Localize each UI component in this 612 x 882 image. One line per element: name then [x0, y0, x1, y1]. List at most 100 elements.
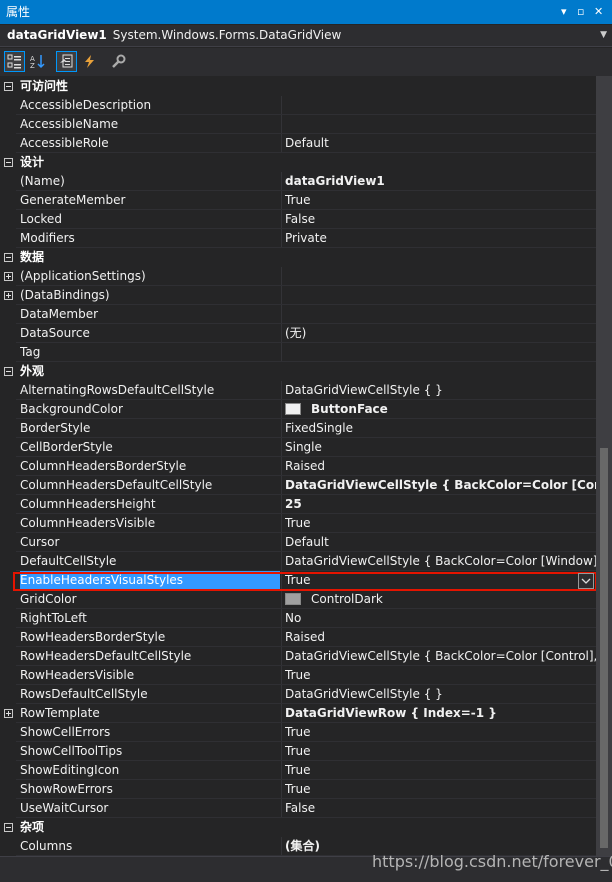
- property-row[interactable]: AccessibleRole Default: [0, 134, 596, 153]
- column-splitter[interactable]: [281, 495, 282, 514]
- property-value[interactable]: DataGridViewCellStyle { }: [285, 381, 596, 400]
- property-value[interactable]: Raised: [285, 628, 596, 647]
- property-row[interactable]: Locked False: [0, 210, 596, 229]
- property-value[interactable]: Single: [285, 438, 596, 457]
- property-value[interactable]: True: [285, 666, 596, 685]
- column-splitter[interactable]: [281, 172, 282, 191]
- property-row[interactable]: DataMember: [0, 305, 596, 324]
- chevron-down-icon[interactable]: ▼: [600, 25, 607, 46]
- expand-icon[interactable]: [4, 709, 13, 718]
- property-value[interactable]: DataGridViewCellStyle { BackColor=Color …: [285, 476, 596, 495]
- column-splitter[interactable]: [281, 210, 282, 229]
- property-row[interactable]: AccessibleName: [0, 115, 596, 134]
- pin-dropdown-icon[interactable]: ▾: [561, 0, 567, 24]
- property-value[interactable]: DataGridViewCellStyle { BackColor=Color …: [285, 647, 596, 666]
- collapse-icon[interactable]: [4, 823, 13, 832]
- properties-button[interactable]: [56, 51, 77, 72]
- expand-icon[interactable]: [4, 272, 13, 281]
- property-pages-button[interactable]: [108, 51, 129, 72]
- collapse-icon[interactable]: [4, 158, 13, 167]
- property-row[interactable]: ShowCellToolTips True: [0, 742, 596, 761]
- property-value[interactable]: (无): [285, 324, 596, 343]
- scrollbar-thumb[interactable]: [600, 448, 608, 848]
- column-splitter[interactable]: [281, 685, 282, 704]
- column-splitter[interactable]: [281, 286, 282, 305]
- column-splitter[interactable]: [281, 457, 282, 476]
- expand-icon[interactable]: [4, 291, 13, 300]
- collapse-icon[interactable]: [4, 82, 13, 91]
- category-row[interactable]: 数据: [0, 248, 596, 267]
- column-splitter[interactable]: [281, 647, 282, 666]
- collapse-icon[interactable]: [4, 253, 13, 262]
- column-splitter[interactable]: [281, 96, 282, 115]
- property-row[interactable]: RowHeadersVisible True: [0, 666, 596, 685]
- column-splitter[interactable]: [281, 191, 282, 210]
- column-splitter[interactable]: [281, 837, 282, 856]
- column-splitter[interactable]: [281, 723, 282, 742]
- property-row[interactable]: GenerateMember True: [0, 191, 596, 210]
- column-splitter[interactable]: [281, 742, 282, 761]
- property-row[interactable]: UseWaitCursor False: [0, 799, 596, 818]
- column-splitter[interactable]: [281, 267, 282, 286]
- property-value[interactable]: True: [285, 191, 596, 210]
- property-value[interactable]: 25: [285, 495, 596, 514]
- property-row[interactable]: ColumnHeadersBorderStyle Raised: [0, 457, 596, 476]
- property-value[interactable]: Default: [285, 134, 596, 153]
- property-row[interactable]: (DataBindings): [0, 286, 596, 305]
- column-splitter[interactable]: [281, 666, 282, 685]
- property-row[interactable]: DefaultCellStyle DataGridViewCellStyle { …: [0, 552, 596, 571]
- property-row[interactable]: Tag: [0, 343, 596, 362]
- property-row[interactable]: Cursor Default: [0, 533, 596, 552]
- column-splitter[interactable]: [281, 628, 282, 647]
- property-value[interactable]: [285, 305, 596, 324]
- value-dropdown-button[interactable]: [578, 573, 594, 589]
- categorized-button[interactable]: [4, 51, 25, 72]
- property-row[interactable]: RightToLeft No: [0, 609, 596, 628]
- property-row[interactable]: DataSource (无): [0, 324, 596, 343]
- vertical-scrollbar[interactable]: [596, 76, 612, 856]
- property-row[interactable]: AccessibleDescription: [0, 96, 596, 115]
- property-value[interactable]: Private: [285, 229, 596, 248]
- property-row[interactable]: BackgroundColor ButtonFace: [0, 400, 596, 419]
- property-value[interactable]: True: [285, 723, 596, 742]
- property-row[interactable]: AlternatingRowsDefaultCellStyle DataGridV…: [0, 381, 596, 400]
- category-row[interactable]: 杂项: [0, 818, 596, 837]
- property-value[interactable]: True: [285, 780, 596, 799]
- property-row[interactable]: RowHeadersBorderStyle Raised: [0, 628, 596, 647]
- property-value[interactable]: True: [285, 761, 596, 780]
- alphabetical-button[interactable]: A Z: [27, 51, 48, 72]
- property-row[interactable]: ColumnHeadersHeight 25: [0, 495, 596, 514]
- property-row[interactable]: ColumnHeadersVisible True: [0, 514, 596, 533]
- property-row[interactable]: ShowRowErrors True: [0, 780, 596, 799]
- object-selector[interactable]: dataGridView1 System.Windows.Forms.DataGr…: [0, 25, 612, 47]
- column-splitter[interactable]: [281, 438, 282, 457]
- property-value[interactable]: False: [285, 799, 596, 818]
- column-splitter[interactable]: [281, 552, 282, 571]
- column-splitter[interactable]: [281, 704, 282, 723]
- property-grid[interactable]: 可访问性 AccessibleDescription AccessibleName A…: [0, 76, 596, 856]
- category-row[interactable]: 可访问性: [0, 77, 596, 96]
- column-splitter[interactable]: [281, 533, 282, 552]
- column-splitter[interactable]: [281, 134, 282, 153]
- property-value[interactable]: ControlDark: [285, 590, 596, 609]
- property-value[interactable]: [285, 96, 596, 115]
- property-row[interactable]: (Name) dataGridView1: [0, 172, 596, 191]
- column-splitter[interactable]: [281, 799, 282, 818]
- property-row[interactable]: ShowEditingIcon True: [0, 761, 596, 780]
- property-row[interactable]: ColumnHeadersDefaultCellStyle DataGridVie…: [0, 476, 596, 495]
- category-row[interactable]: 设计: [0, 153, 596, 172]
- property-value[interactable]: True: [285, 742, 596, 761]
- property-value[interactable]: DataGridViewRow { Index=-1 }: [285, 704, 596, 723]
- property-value[interactable]: DataGridViewCellStyle { }: [285, 685, 596, 704]
- column-splitter[interactable]: [281, 115, 282, 134]
- column-splitter[interactable]: [281, 343, 282, 362]
- property-row[interactable]: BorderStyle FixedSingle: [0, 419, 596, 438]
- property-row[interactable]: EnableHeadersVisualStyles True: [0, 571, 596, 590]
- close-icon[interactable]: ✕: [594, 0, 603, 24]
- property-row[interactable]: Modifiers Private: [0, 229, 596, 248]
- property-row[interactable]: RowsDefaultCellStyle DataGridViewCellStyl…: [0, 685, 596, 704]
- property-value[interactable]: dataGridView1: [285, 172, 596, 191]
- property-value[interactable]: [285, 286, 596, 305]
- column-splitter[interactable]: [281, 229, 282, 248]
- column-splitter[interactable]: [281, 400, 282, 419]
